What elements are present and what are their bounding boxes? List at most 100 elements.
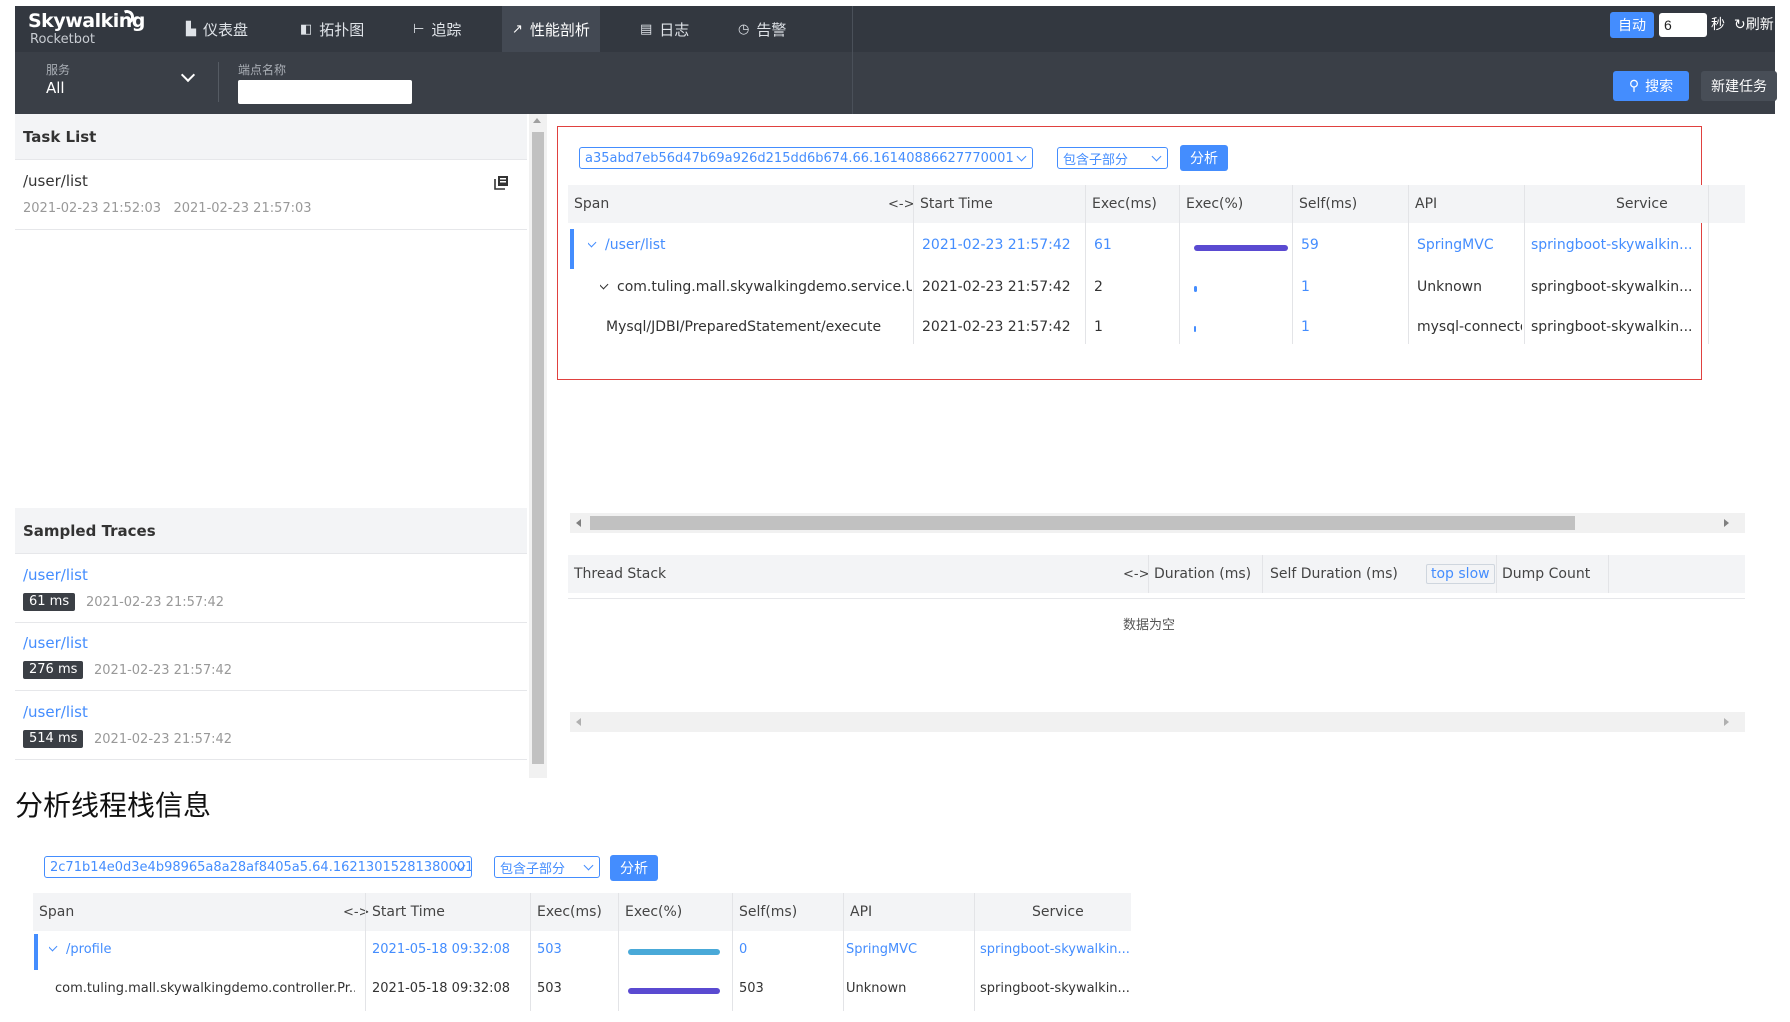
endpoint-label: 端点名称 [238, 63, 287, 77]
chevron-down-icon [1151, 151, 1162, 162]
service-name: springboot-skywalkin... [1531, 237, 1693, 253]
header-self-ms: Self(ms) [1299, 196, 1358, 212]
task-list-title: Task List [15, 114, 527, 160]
top-nav-bar [15, 6, 1775, 52]
chevron-down-icon[interactable] [588, 237, 597, 248]
nav-item-trace[interactable]: ⊢ 追踪 [403, 6, 471, 52]
nav-item-log[interactable]: ▤ 日志 [630, 6, 699, 52]
nav-item-dashboard[interactable]: ▙ 仪表盘 [176, 6, 258, 52]
chevron-down-icon [1016, 151, 1027, 162]
mode-select[interactable]: 包含子部分 [1057, 147, 1168, 169]
dashboard-icon: ▙ [186, 21, 196, 37]
duration-badge: 514 ms [23, 730, 84, 748]
mode-select[interactable]: 包含子部分 [494, 856, 600, 878]
nav-item-topology[interactable]: ◧ 拓扑图 [290, 6, 374, 52]
profile-icon: ↗ [512, 21, 523, 37]
scroll-left-icon[interactable] [576, 718, 581, 726]
section-heading: 分析线程栈信息 [15, 789, 212, 822]
exec-pct-bar [628, 988, 720, 994]
refresh-icon: ↻ [1734, 17, 1746, 33]
segment-select[interactable]: a35abd7eb56d47b69a926d215dd6b674.66.1614… [579, 147, 1033, 169]
self-ms: 1 [1301, 319, 1310, 335]
api-name: Unknown [846, 981, 907, 996]
nav-divider [852, 6, 853, 114]
segment-select[interactable]: 2c71b14e0d3e4b98965a8a28af8405a5.64.1621… [44, 856, 472, 878]
row-divider [15, 759, 527, 760]
trace-link[interactable]: /user/list [23, 634, 88, 652]
empty-state-text: 数据为空 [1123, 618, 1176, 633]
trace-time: 2021-02-23 21:57:42 [94, 663, 233, 678]
search-icon: ⚲ [1628, 78, 1640, 94]
table-row[interactable]: com.tuling.mall.skywalkingdemo.service.U… [568, 265, 1745, 305]
scroll-up-icon[interactable] [533, 118, 541, 123]
nav-item-profile[interactable]: ↗ 性能剖析 [502, 6, 600, 52]
duration-badge: 276 ms [23, 661, 84, 679]
trace-link[interactable]: /user/list [23, 703, 88, 721]
trace-time: 2021-02-23 21:57:42 [94, 732, 233, 747]
chevron-down-icon[interactable] [49, 942, 58, 952]
endpoint-input[interactable] [238, 80, 412, 104]
start-time: 2021-05-18 09:32:08 [372, 942, 511, 957]
exec-ms: 503 [537, 942, 562, 957]
chevron-down-icon[interactable] [600, 279, 609, 290]
start-time: 2021-02-23 21:57:42 [922, 237, 1071, 253]
span-table-header: Span <-> Start Time Exec(ms) Exec(%) Sel… [568, 185, 1745, 223]
toolbar-separator [218, 62, 219, 102]
refresh-button[interactable]: ↻刷新 [1734, 14, 1774, 34]
auto-refresh-button[interactable]: 自动 [1610, 12, 1654, 38]
sampled-traces-title: Sampled Traces [15, 508, 527, 554]
service-label: 服务 [46, 63, 71, 77]
exec-pct-bar [1194, 326, 1196, 332]
span-name: /profile [66, 942, 112, 957]
scroll-right-icon[interactable] [1724, 718, 1729, 726]
table-row[interactable]: com.tuling.mall.skywalkingdemo.controlle… [33, 971, 1131, 1011]
header-dump-count: Dump Count [1502, 566, 1591, 582]
table-row[interactable]: /user/list 2021-02-23 21:57:42 61 59 Spr… [568, 225, 1745, 265]
header-span: Span [39, 904, 75, 920]
header-span: Span [574, 196, 610, 212]
row-divider [15, 622, 527, 623]
exec-pct-bar [1194, 245, 1288, 251]
exec-ms: 1 [1094, 319, 1103, 335]
trace-link[interactable]: /user/list [23, 566, 88, 584]
analyze-button[interactable]: 分析 [1180, 145, 1228, 171]
span-name: com.tuling.mall.skywalkingdemo.controlle… [55, 981, 355, 996]
top-slow-toggle[interactable]: top slow [1426, 564, 1495, 584]
copy-icon[interactable] [494, 175, 509, 190]
exec-pct-bar [628, 949, 720, 955]
scroll-left-icon[interactable] [576, 519, 581, 527]
api-name: Unknown [1417, 279, 1482, 295]
self-ms: 1 [1301, 279, 1310, 295]
header-start-time: Start Time [920, 196, 993, 212]
span-name: /user/list [605, 237, 666, 253]
exec-pct-bar [1194, 286, 1197, 292]
logo-subtitle: Rocketbot [30, 32, 96, 47]
header-service: Service [1616, 196, 1668, 212]
exec-ms: 503 [537, 981, 562, 996]
table-row[interactable]: /profile 2021-05-18 09:32:08 503 0 Sprin… [33, 931, 1131, 971]
analyze-button[interactable]: 分析 [610, 855, 658, 881]
resize-icon[interactable]: <-> [888, 185, 914, 223]
nav-item-alarm[interactable]: ◷ 告警 [728, 6, 796, 52]
scroll-right-icon[interactable] [1724, 519, 1729, 527]
horizontal-scrollbar[interactable] [570, 712, 1745, 732]
header-service: Service [1032, 904, 1084, 920]
table-row[interactable]: Mysql/JDBI/PreparedStatement/execute 202… [568, 305, 1745, 345]
service-name: springboot-skywalkin... [1531, 319, 1693, 335]
row-divider [15, 690, 527, 691]
scrollbar-thumb[interactable] [532, 132, 544, 764]
new-task-button[interactable]: 新建任务 [1701, 71, 1777, 101]
scrollbar-thumb[interactable] [590, 516, 1575, 530]
seconds-label: 秒 [1711, 17, 1725, 33]
resize-icon[interactable]: <-> [1123, 555, 1149, 593]
exec-ms: 61 [1094, 237, 1112, 253]
service-select[interactable]: All [46, 79, 65, 97]
header-self-duration: Self Duration (ms) [1270, 566, 1398, 582]
header-exec-pct: Exec(%) [1186, 196, 1244, 212]
search-button[interactable]: ⚲ 搜索 [1613, 71, 1689, 101]
auto-interval-input[interactable] [1659, 13, 1707, 37]
header-exec-ms: Exec(ms) [537, 904, 602, 920]
header-api: API [850, 904, 873, 920]
task-name[interactable]: /user/list [23, 172, 88, 190]
alarm-icon: ◷ [738, 21, 750, 37]
